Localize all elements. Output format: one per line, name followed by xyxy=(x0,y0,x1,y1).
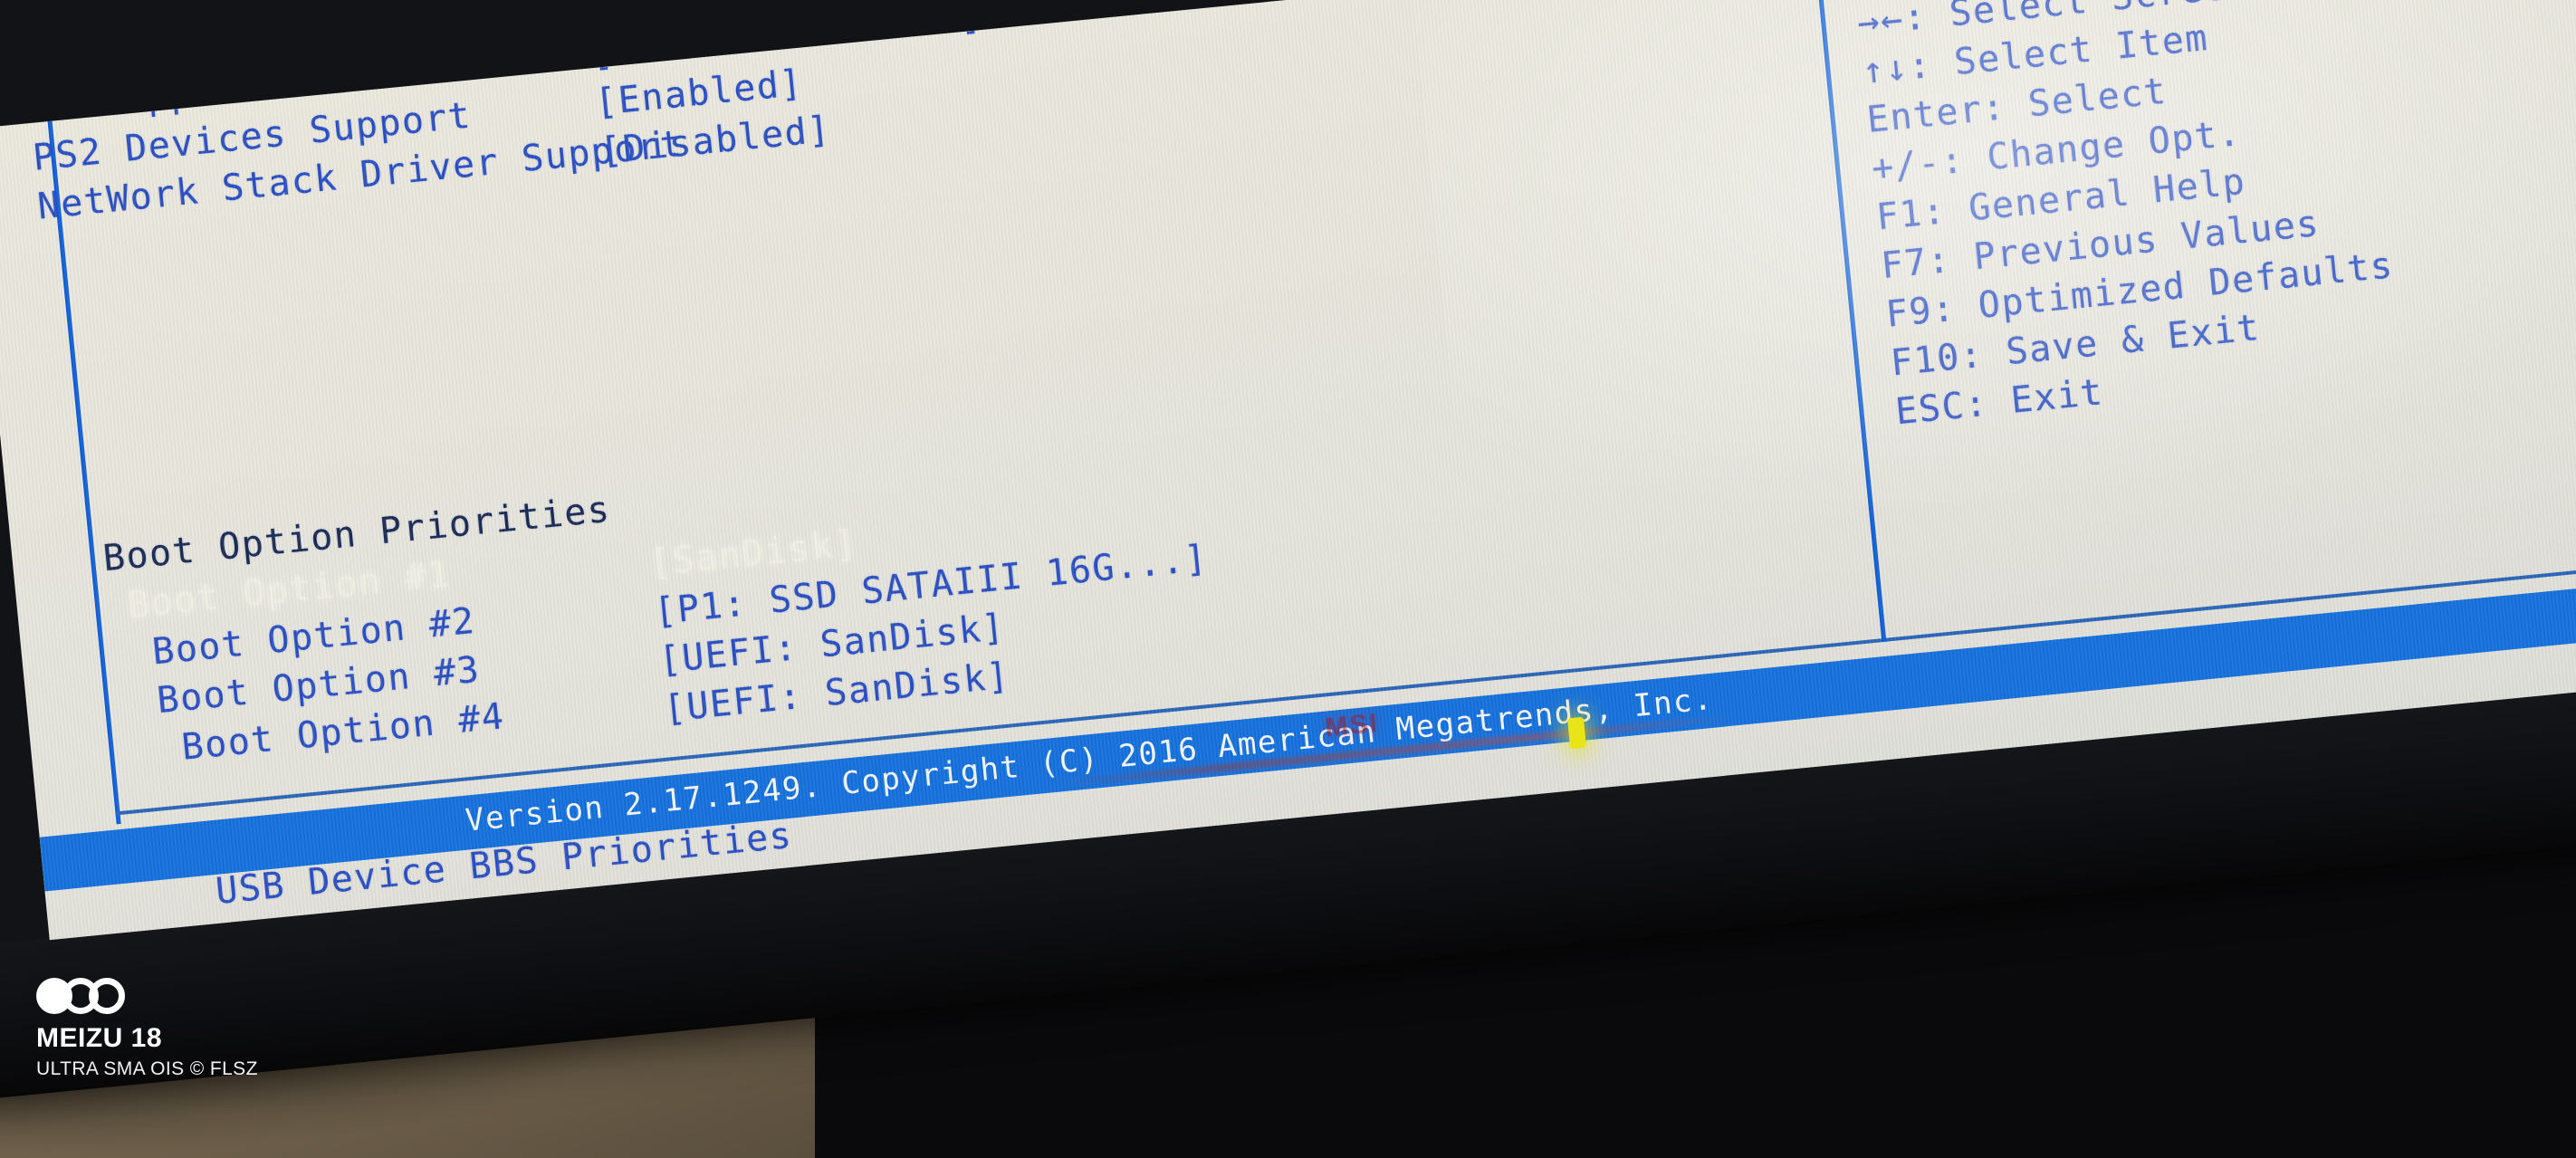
help-key-label-select-item: ↑↓: xyxy=(1860,43,1934,93)
help-key-label-change-opt: +/-: xyxy=(1870,139,1967,190)
logo-circle-ring-2-icon xyxy=(89,978,125,1014)
help-key-label-esc: ESC: xyxy=(1893,382,1990,434)
help-key-label-f7: F7: xyxy=(1879,238,1953,288)
help-key-label-f9: F9: xyxy=(1883,287,1958,336)
help-action-esc: Exit xyxy=(2008,371,2106,422)
help-key-panel: →←: Select Screen ↑↓: Select Item Enter:… xyxy=(1855,0,2406,436)
meizu-logo-icon xyxy=(36,978,258,1014)
help-key-label-select-screen: →←: xyxy=(1855,0,1930,44)
help-key-label-f1: F1: xyxy=(1874,190,1949,239)
monitor-chassis: Launch PXE OpROM OS Selection Fast Boot … xyxy=(0,0,2576,1103)
setting-value-vga-support[interactable]: [EFI Driver] xyxy=(583,0,980,30)
camera-watermark: MEIZU 18 ULTRA SMA OIS © FLSZ xyxy=(36,978,258,1080)
settings-label-column: Launch PXE OpROM OS Selection Fast Boot … xyxy=(0,0,685,237)
watermark-tagline: ULTRA SMA OIS © FLSZ xyxy=(36,1058,258,1079)
setting-row-fast-boot[interactable]: Fast Boot xyxy=(0,0,666,43)
settings-value-column: [Android] [Enabled] [EFI Driver] [Partia… xyxy=(569,0,994,177)
photo-scene: Launch PXE OpROM OS Selection Fast Boot … xyxy=(0,0,2576,1158)
power-led-indicator xyxy=(1566,716,1587,750)
watermark-brand: MEIZU 18 xyxy=(36,1023,163,1053)
help-key-label-f10: F10: xyxy=(1889,333,1986,385)
